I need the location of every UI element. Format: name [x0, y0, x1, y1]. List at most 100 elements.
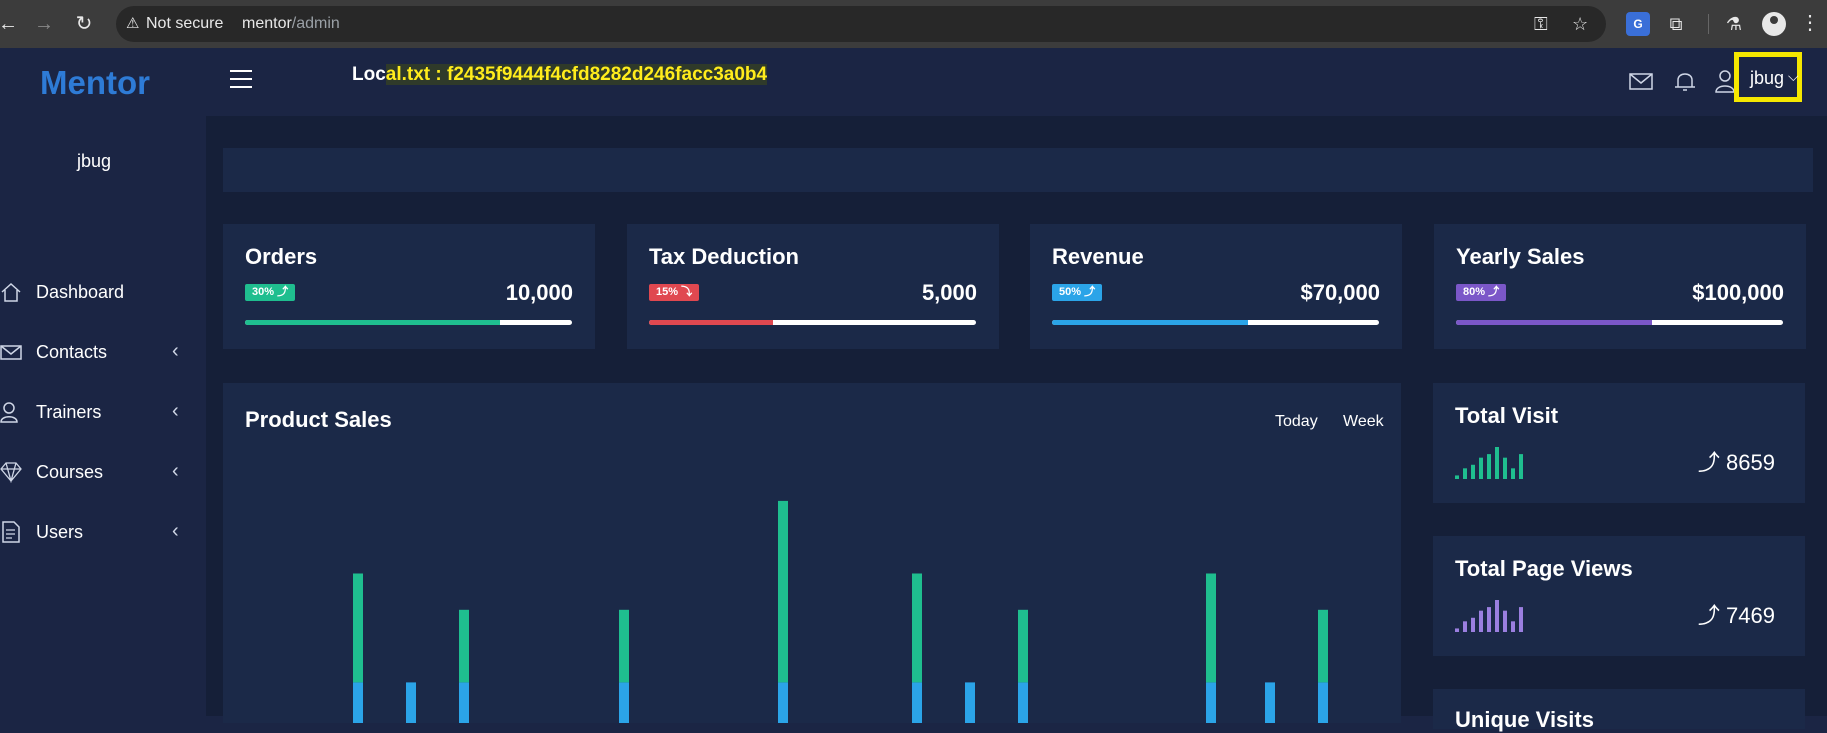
chart-bar-bottom	[619, 682, 629, 723]
sidebar-item-label: Dashboard	[36, 282, 125, 302]
sparkline-bar	[1503, 457, 1507, 479]
progress-fill	[1456, 320, 1653, 325]
stat-card-orders: Orders 30% ⤴ 10,000	[223, 224, 595, 349]
chart-bar-top	[353, 573, 363, 683]
chart-bar-top	[1206, 573, 1216, 683]
chart-bar-bottom	[1018, 682, 1028, 723]
url-text[interactable]: mentor/admin	[242, 15, 340, 33]
product-sales-chart	[353, 500, 1328, 723]
sparkline-bar	[1463, 621, 1467, 632]
address-bar[interactable]: ⚠ Not secure mentor/admin ⚿ ☆	[116, 6, 1606, 42]
sparkline-bar	[1455, 628, 1459, 632]
chart-bar-bottom	[778, 682, 788, 723]
bell-icon[interactable]	[1672, 68, 1698, 94]
chart-bar-bottom	[965, 682, 975, 723]
forward-icon[interactable]: →	[30, 10, 58, 38]
card-title: Total Page Views	[1455, 556, 1633, 581]
progress-bar	[1456, 320, 1783, 325]
security-label: Not secure	[146, 15, 224, 32]
chevron-left-icon: ‹	[172, 460, 179, 482]
user-menu-name[interactable]: jbug	[1750, 68, 1784, 89]
chevron-left-icon: ‹	[172, 400, 179, 422]
sparkline-bar	[1487, 454, 1491, 479]
card-title: Unique Visits	[1455, 707, 1594, 732]
chart-bar-bottom	[459, 682, 469, 723]
stat-title: Yearly Sales	[1456, 244, 1585, 269]
unique-visits-card: Unique Visits	[1433, 689, 1805, 732]
stat-badge: 50% ⤴	[1052, 284, 1103, 301]
chart-bar-top	[912, 573, 922, 683]
stat-value: $100,000	[1692, 280, 1784, 305]
chart-bar-top	[1318, 609, 1328, 683]
product-sales-card: Product Sales Today Week	[223, 383, 1401, 723]
progress-fill	[1052, 320, 1249, 325]
star-icon[interactable]: ☆	[1572, 14, 1588, 35]
extensions-icon[interactable]: ⧉	[1664, 12, 1688, 36]
sparkline-bar	[1479, 457, 1483, 479]
sidebar-item-dashboard[interactable]: Dashboard	[0, 272, 200, 312]
chevron-left-icon: ‹	[172, 340, 179, 362]
chart-bar-bottom	[1206, 682, 1216, 723]
sparkline-bar	[1519, 454, 1523, 479]
user-icon	[0, 402, 18, 423]
stat-value: 5,000	[921, 280, 977, 305]
stat-title: Revenue	[1052, 244, 1144, 269]
chart-bar-top	[778, 500, 788, 683]
diamond-icon	[0, 462, 22, 483]
chart-bar-bottom	[912, 682, 922, 723]
sidebar-item-label: Courses	[36, 462, 104, 482]
sparkline-bar	[1487, 607, 1491, 632]
stat-badge: 80% ⤴	[1456, 284, 1507, 301]
mail-icon[interactable]	[1628, 68, 1654, 94]
stat-card-yearly-sales: Yearly Sales 80% ⤴ $100,000	[1434, 224, 1806, 349]
sidebar-username: jbug	[76, 151, 112, 171]
reload-icon[interactable]: ↻	[70, 10, 98, 38]
sparkline-chart	[1455, 447, 1523, 479]
sparkline-bar	[1511, 468, 1515, 479]
stat-title: Tax Deduction	[649, 244, 799, 269]
stat-card-revenue: Revenue 50% ⤴ $70,000	[1030, 224, 1402, 349]
page-banner	[223, 148, 1813, 192]
sidebar-item-courses[interactable]: Courses ‹	[0, 452, 200, 492]
chart-bar-bottom	[1265, 682, 1275, 723]
chart-bar-bottom	[353, 682, 363, 723]
sparkline-bar	[1495, 447, 1499, 479]
chart-bar-top	[459, 609, 469, 683]
sparkline-bar	[1519, 607, 1523, 632]
local-flag-text: Local.txt : f2435f9444f4cfd8282d246facc3…	[352, 64, 768, 85]
progress-bar	[649, 320, 976, 325]
stat-value: $70,000	[1300, 280, 1380, 305]
total-visit-value: ⤴ 8659	[1697, 450, 1775, 475]
profile-icon[interactable]	[1762, 12, 1786, 36]
chart-bar-top	[1018, 609, 1028, 683]
stat-card-tax-deduction: Tax Deduction 15% ⤵ 5,000	[627, 224, 999, 349]
home-icon	[1, 282, 21, 302]
sidebar-item-trainers[interactable]: Trainers ‹	[0, 392, 200, 432]
toolbar-divider	[1708, 14, 1709, 34]
sidebar: Mentor jbug Dashboard Contacts ‹ Trainer…	[0, 48, 206, 716]
document-icon	[2, 521, 20, 543]
translate-icon[interactable]: G	[1626, 12, 1650, 36]
stat-badge: 30% ⤴	[245, 284, 296, 301]
hamburger-menu-icon[interactable]	[230, 70, 252, 88]
sidebar-item-users[interactable]: Users ‹	[0, 512, 200, 552]
sidebar-item-label: Users	[36, 522, 84, 542]
sparkline-bar	[1511, 621, 1515, 632]
sidebar-item-contacts[interactable]: Contacts ‹	[0, 332, 200, 372]
sparkline-chart	[1455, 600, 1523, 632]
total-visit-card: Total Visit ⤴ 8659	[1433, 383, 1805, 503]
sparkline-bar	[1479, 610, 1483, 632]
total-page-views-card: Total Page Views ⤴ 7469	[1433, 536, 1805, 656]
sidebar-item-label: Trainers	[36, 402, 102, 422]
brand-logo[interactable]: Mentor	[40, 64, 150, 102]
key-icon[interactable]: ⚿	[1534, 14, 1548, 35]
kebab-menu-icon[interactable]: ⋮	[1800, 10, 1820, 35]
browser-toolbar: ← → ↻ ⚠ Not secure mentor/admin ⚿ ☆ G ⧉ …	[0, 0, 1827, 48]
stat-badge: 15% ⤵	[649, 284, 700, 301]
chevron-down-icon[interactable]: ⌵	[1788, 68, 1799, 85]
sparkline-bar	[1471, 464, 1475, 479]
warning-icon: ⚠	[126, 15, 140, 32]
labs-icon[interactable]: ⚗	[1722, 12, 1746, 36]
back-icon[interactable]: ←	[0, 10, 22, 38]
card-title: Total Visit	[1455, 403, 1559, 428]
